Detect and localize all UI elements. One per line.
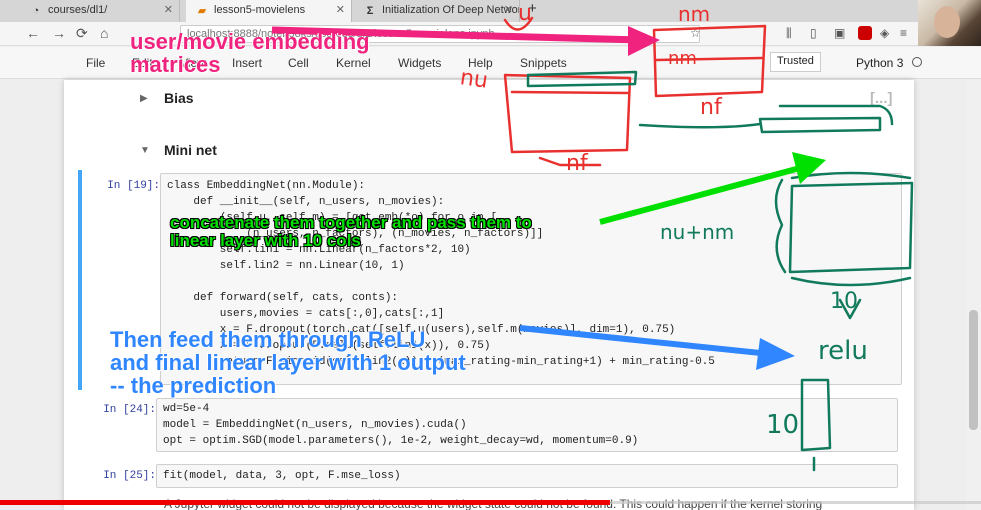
annotation-relu: Then feed them through ReLU and final li… (110, 327, 466, 399)
annotation-concatenate: concatenate them together and pass them … (170, 213, 532, 250)
green-arrow (599, 152, 826, 225)
annotation-embedding-matrices: user/movie embedding matrices (130, 29, 370, 78)
video-progress-bar[interactable] (0, 500, 610, 505)
video-buffer-bar (610, 501, 981, 504)
blue-arrow (519, 325, 795, 370)
